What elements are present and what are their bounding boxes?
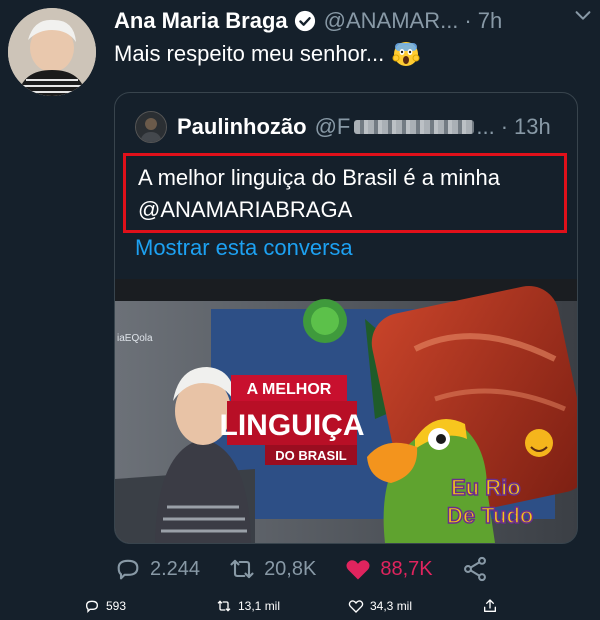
quoted-author-name[interactable]: Paulinhozão <box>177 114 307 140</box>
like-count: 88,7K <box>380 557 433 580</box>
share-upload-icon <box>484 599 496 612</box>
quoted-tweet-time[interactable]: 13h <box>514 114 551 140</box>
tweet-text: Mais respeito meu senhor... <box>114 40 420 68</box>
separator-dot: · <box>464 8 472 33</box>
watermark-line-1: Eu Rio <box>451 475 521 500</box>
quoted-tweet-header: Paulinhozão @F ... · 13h <box>135 111 551 143</box>
tweet-text-content: Mais respeito meu senhor... <box>114 41 385 66</box>
retweet-button[interactable]: 20,8K <box>228 555 316 583</box>
bottom-retweet-count: 13,1 mil <box>238 599 281 613</box>
bottom-reply-count: 593 <box>106 599 127 613</box>
media-corner-text: iaEQola <box>117 333 153 344</box>
quoted-tweet-media[interactable]: iaEQola A MELHOR LINGUIÇA DO BRASIL Eu R… <box>115 279 577 543</box>
blurred-handle <box>354 120 475 134</box>
author-handle[interactable]: @ANAMAR... <box>324 8 459 34</box>
handle-ellipsis: ... <box>476 114 495 139</box>
reply-icon <box>85 600 99 613</box>
verified-badge-icon <box>294 10 316 32</box>
share-button[interactable] <box>461 555 489 583</box>
bottom-share[interactable] <box>482 598 498 614</box>
bottom-reply[interactable]: 593 <box>84 598 126 614</box>
tweet-time[interactable]: 7h <box>478 8 502 34</box>
reply-count: 2.244 <box>150 557 201 580</box>
reply-icon <box>117 559 139 580</box>
media-sign-line-1: A MELHOR <box>247 381 332 398</box>
bottom-like-count: 34,3 mil <box>370 599 413 613</box>
media-sign-line-2: LINGUIÇA <box>220 409 365 442</box>
author-avatar[interactable] <box>8 8 96 96</box>
author-name[interactable]: Ana Maria Braga <box>114 8 288 34</box>
like-button[interactable]: 88,7K <box>344 555 433 583</box>
quoted-text-mention[interactable]: @ANAMARIABRAGA <box>138 194 552 226</box>
retweet-icon <box>230 559 254 579</box>
retweet-count: 20,8K <box>264 557 317 580</box>
quoted-author-avatar[interactable] <box>135 111 167 143</box>
quoted-author-handle[interactable]: @F <box>315 114 351 140</box>
face-screaming-in-fear-icon <box>392 40 420 68</box>
tweet-actions: 2.244 20,8K 88,7K <box>114 552 584 586</box>
reply-button[interactable]: 2.244 <box>114 555 200 583</box>
heart-outline-icon <box>348 600 364 613</box>
heart-filled-icon <box>346 560 370 580</box>
bottom-stats-bar: 593 13,1 mil 34,3 mil <box>0 594 600 618</box>
quoted-text-line-1: A melhor linguiça do Brasil é a minha <box>138 165 500 190</box>
quoted-tweet-text-highlighted: A melhor linguiça do Brasil é a minha @A… <box>123 153 567 233</box>
separator-dot: · <box>500 114 509 139</box>
chevron-down-icon[interactable] <box>572 4 594 31</box>
media-sign-line-3: DO BRASIL <box>275 448 347 463</box>
show-thread-link[interactable]: Mostrar esta conversa <box>135 235 353 261</box>
tweet-header: Ana Maria Braga @ANAMAR... · 7h <box>114 6 594 36</box>
retweet-icon <box>217 600 231 612</box>
quoted-tweet[interactable]: Paulinhozão @F ... · 13h A melhor lingui… <box>114 92 578 544</box>
share-icon <box>463 556 486 582</box>
bottom-like[interactable]: 34,3 mil <box>348 598 412 614</box>
bottom-retweet[interactable]: 13,1 mil <box>216 598 280 614</box>
watermark-line-2: De Tudo <box>447 503 533 528</box>
